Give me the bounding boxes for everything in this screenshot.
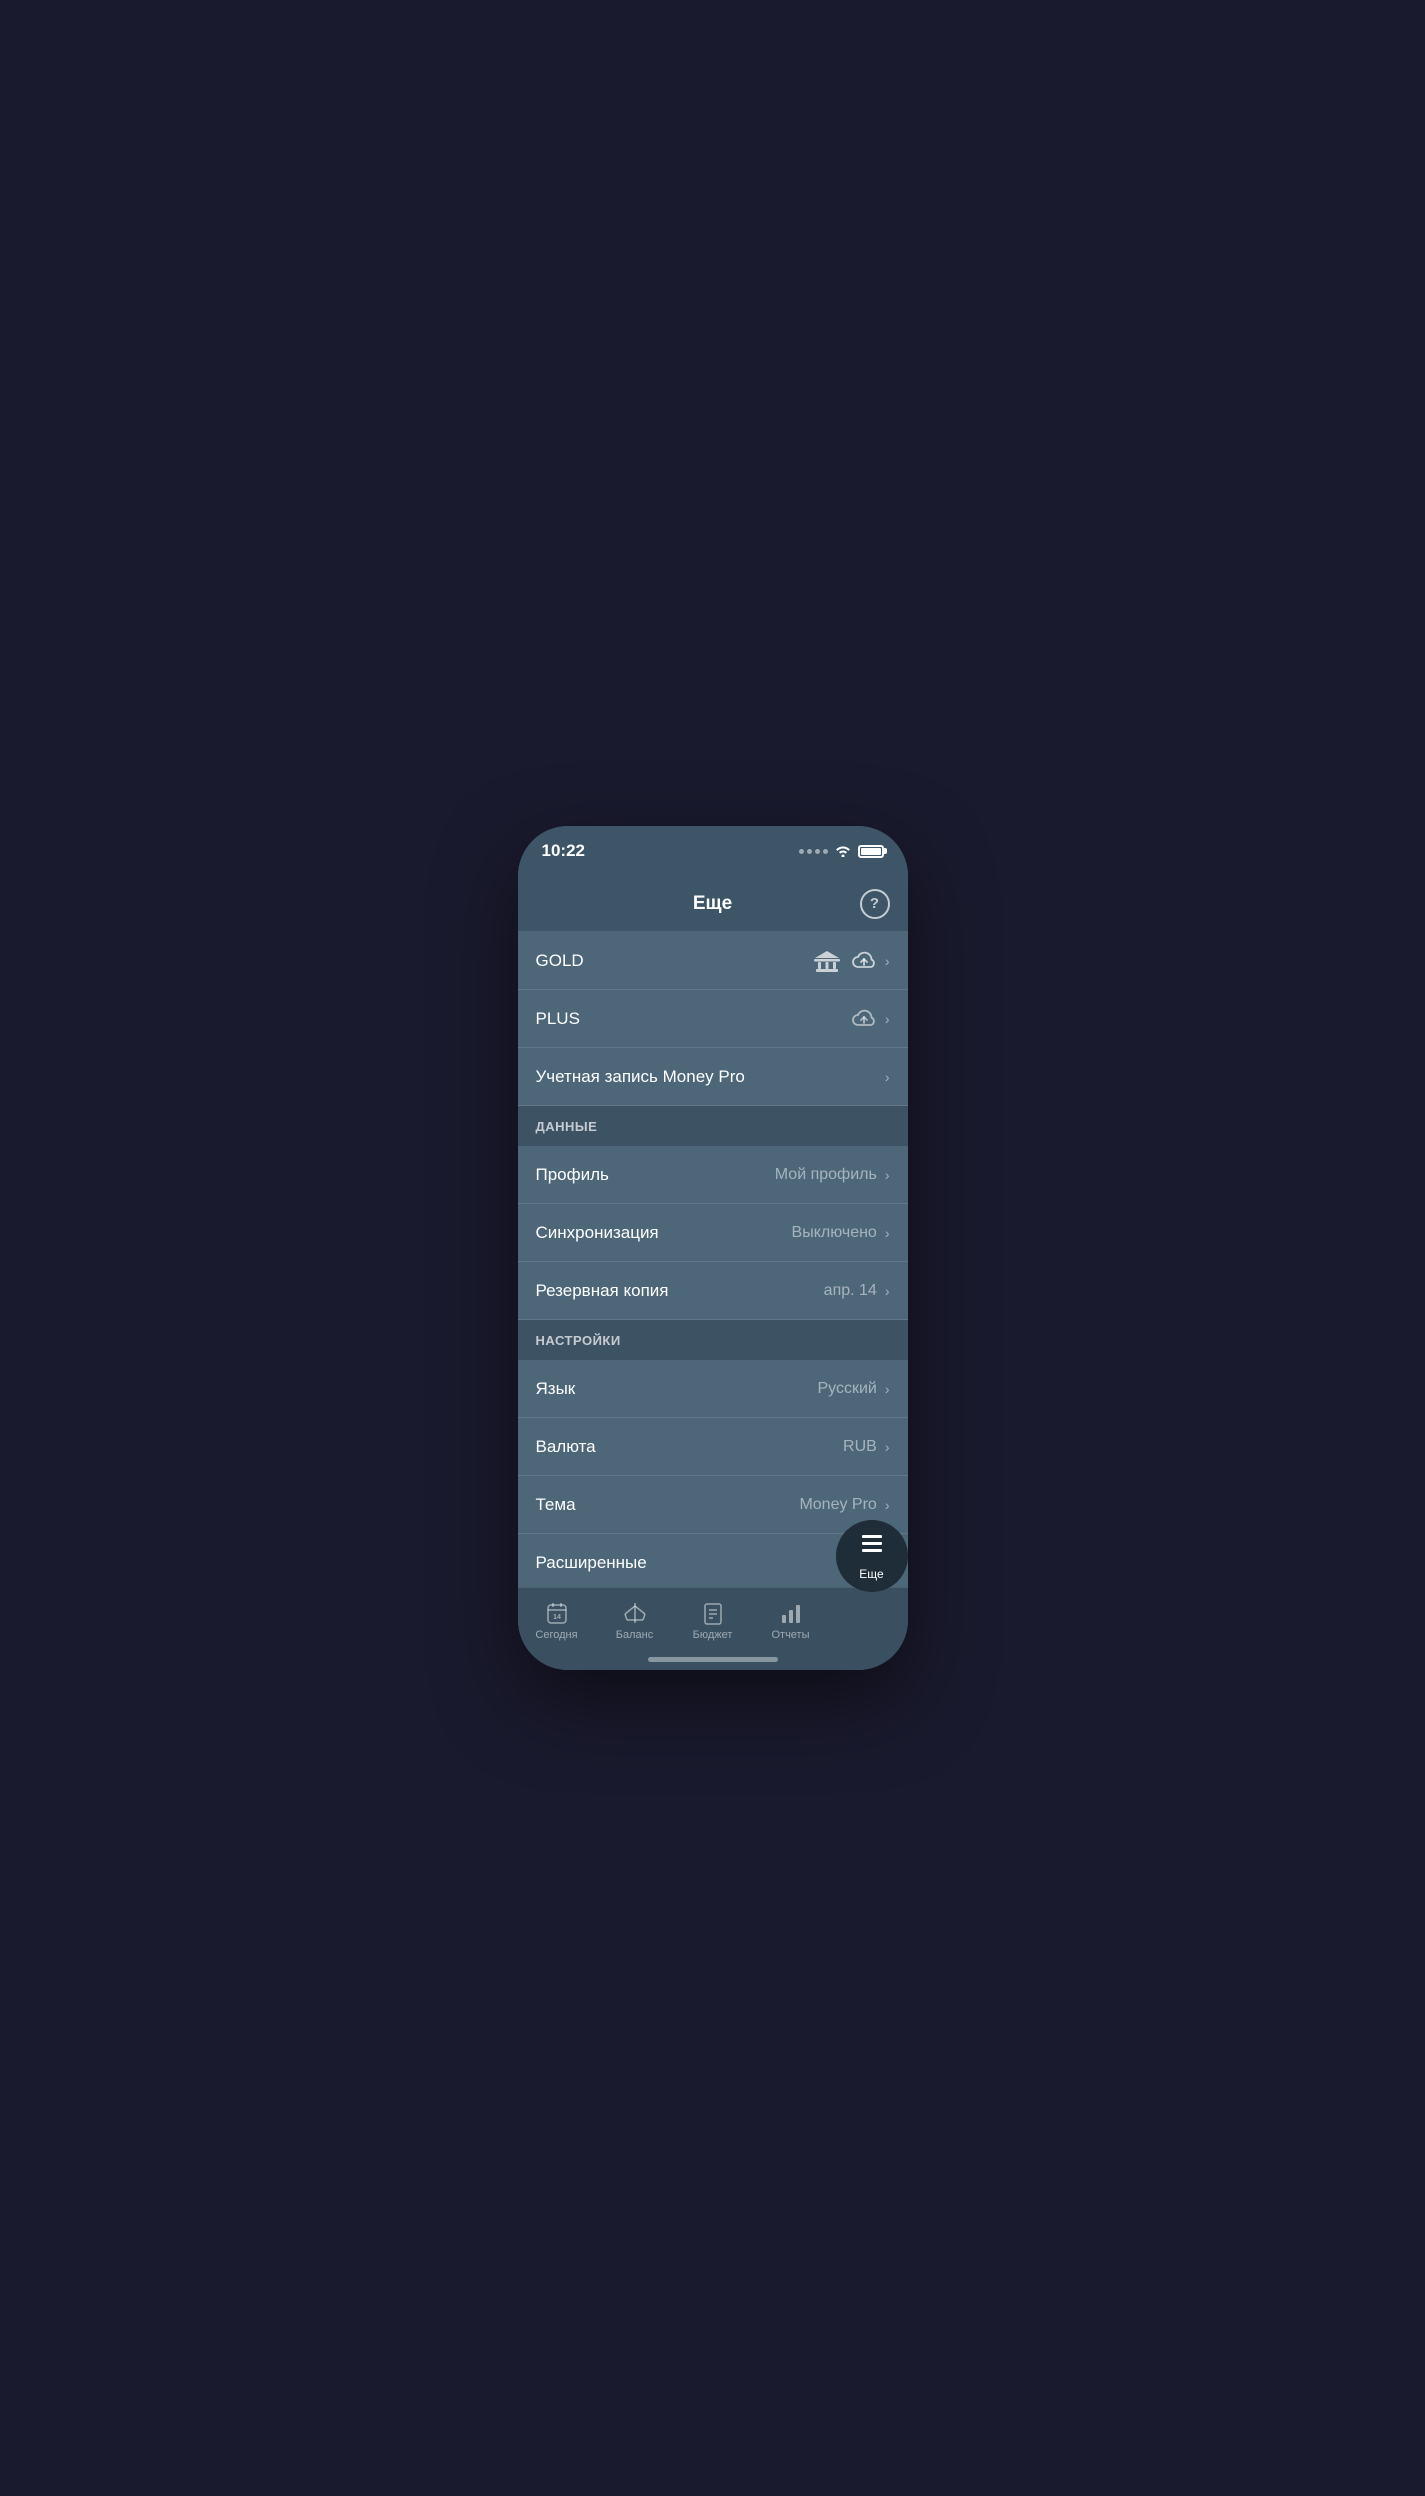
chevron-currency: › [885,1439,890,1455]
bank-icon [813,949,841,973]
menu-right-sync: Выключено › [792,1224,890,1242]
menu-label-language: Язык [536,1379,576,1399]
menu-label-sync: Синхронизация [536,1223,659,1243]
menu-value-backup: апр. 14 [824,1282,877,1300]
status-time: 10:22 [542,841,585,861]
menu-value-sync: Выключено [792,1224,877,1242]
help-button[interactable]: ? [860,889,890,919]
menu-right-gold: › [813,949,890,973]
section-header-settings: НАСТРОЙКИ [518,1320,908,1360]
menu-value-currency: RUB [843,1438,877,1456]
battery-icon [858,845,884,858]
menu-right-currency: RUB › [843,1438,889,1456]
menu-label-currency: Валюта [536,1437,596,1457]
tab-label-budget: Бюджет [693,1629,733,1641]
tab-icon-reports [780,1600,802,1626]
tab-label-today: Сегодня [535,1629,577,1641]
chevron-backup: › [885,1283,890,1299]
status-bar: 10:22 [518,826,908,876]
menu-item-account[interactable]: Учетная запись Money Pro › [518,1048,908,1106]
phone-frame: 10:22 Еще ? GOLD [518,826,908,1670]
chevron-language: › [885,1381,890,1397]
menu-item-currency[interactable]: Валюта RUB › [518,1418,908,1476]
page-title: Еще [693,893,732,915]
tab-icon-more [858,1532,886,1565]
menu-label-account: Учетная запись Money Pro [536,1067,745,1087]
menu-right-account: › [885,1069,890,1085]
menu-label-theme: Тема [536,1495,576,1515]
chevron-theme: › [885,1497,890,1513]
menu-right-theme: Money Pro › [799,1496,889,1514]
chevron-account: › [885,1069,890,1085]
menu-item-profile[interactable]: Профиль Мой профиль › [518,1146,908,1204]
menu-item-plus[interactable]: PLUS › [518,990,908,1048]
menu-right-plus: › [851,1007,890,1031]
menu-label-profile: Профиль [536,1165,609,1185]
menu-item-sync[interactable]: Синхронизация Выключено › [518,1204,908,1262]
menu-value-language: Русский [817,1380,876,1398]
cloud-sync-icon-plus [851,1007,877,1031]
home-indicator [648,1657,778,1662]
tab-balance[interactable]: Баланс [596,1596,674,1641]
tab-budget[interactable]: Бюджет [674,1596,752,1641]
menu-item-backup[interactable]: Резервная копия апр. 14 › [518,1262,908,1320]
menu-item-theme[interactable]: Тема Money Pro › [518,1476,908,1534]
menu-label-plus: PLUS [536,1009,580,1029]
content-area: GOLD [518,932,908,1587]
menu-item-gold[interactable]: GOLD [518,932,908,990]
tab-icon-balance [622,1600,648,1626]
tab-icon-today: 14 [545,1600,569,1626]
chevron-gold: › [885,953,890,969]
menu-right-backup: апр. 14 › [824,1282,890,1300]
menu-value-profile: Мой профиль [775,1166,877,1184]
menu-item-language[interactable]: Язык Русский › [518,1360,908,1418]
tab-icon-budget [702,1600,724,1626]
wifi-icon [834,843,852,860]
gold-icons [813,949,877,973]
status-icons [799,843,884,860]
menu-right-language: Русский › [817,1380,889,1398]
svg-text:14: 14 [553,1614,561,1621]
cloud-sync-icon-gold [851,949,877,973]
menu-label-gold: GOLD [536,951,584,971]
tab-today[interactable]: 14 Сегодня [518,1596,596,1641]
section-title-data: ДАННЫЕ [536,1119,598,1134]
section-title-settings: НАСТРОЙКИ [536,1333,621,1348]
menu-label-advanced: Расширенные [536,1553,647,1573]
menu-right-profile: Мой профиль › [775,1166,890,1184]
tab-label-balance: Баланс [616,1629,653,1641]
tab-reports[interactable]: Отчеты [752,1596,830,1641]
tab-label-reports: Отчеты [771,1629,809,1641]
chevron-plus: › [885,1011,890,1027]
menu-value-theme: Money Pro [799,1496,876,1514]
active-more-circle: Еще [836,1520,908,1592]
section-header-data: ДАННЫЕ [518,1106,908,1146]
chevron-profile: › [885,1167,890,1183]
signal-icon [799,849,828,854]
chevron-sync: › [885,1225,890,1241]
menu-label-backup: Резервная копия [536,1281,669,1301]
nav-header: Еще ? [518,876,908,932]
tab-label-more: Еще [859,1567,883,1581]
